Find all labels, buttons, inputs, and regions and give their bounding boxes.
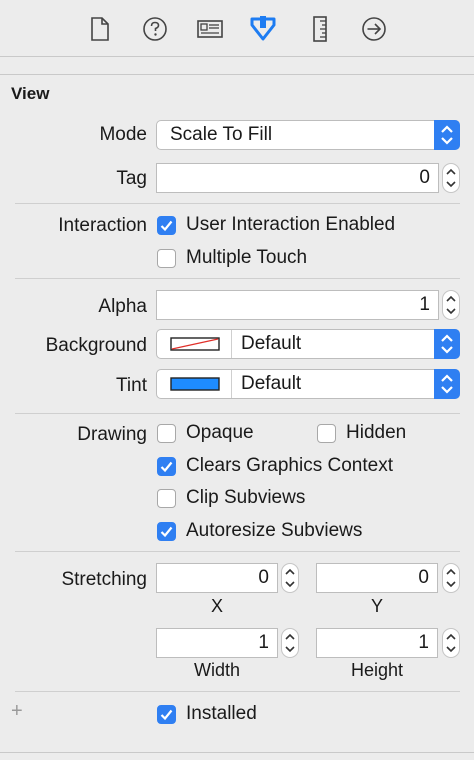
installed-label: Installed (186, 703, 257, 724)
stretching-height-value: 1 (418, 632, 429, 653)
alpha-stepper[interactable] (442, 290, 460, 320)
stretching-x-stepper[interactable] (281, 563, 299, 593)
checkmark-icon (160, 220, 173, 232)
stepper-arrows-icon (285, 633, 295, 653)
tag-field[interactable]: 0 (156, 163, 439, 193)
tint-select[interactable]: Default (156, 369, 460, 399)
background-value: Default (241, 333, 302, 354)
stretching-y-field[interactable]: 0 (316, 563, 438, 593)
autoresize-subviews-label: Autoresize Subviews (186, 520, 363, 541)
checkmark-icon (160, 461, 173, 473)
stretching-height-stepper[interactable] (442, 628, 460, 658)
opaque-label: Opaque (186, 422, 254, 443)
stretching-width-stepper[interactable] (281, 628, 299, 658)
file-inspector-icon[interactable] (85, 14, 115, 44)
no-color-swatch-icon (170, 337, 220, 351)
autoresize-subviews-checkbox[interactable] (157, 522, 176, 541)
user-interaction-enabled-label: User Interaction Enabled (186, 214, 396, 235)
stretching-width-value: 1 (258, 632, 269, 653)
clip-subviews-checkbox[interactable] (157, 489, 176, 508)
alpha-field[interactable]: 1 (156, 290, 439, 320)
quick-help-icon[interactable] (140, 14, 170, 44)
section-title: View (11, 84, 50, 103)
hidden-checkbox[interactable] (317, 424, 336, 443)
stepper-arrows-icon (446, 568, 456, 588)
stretching-x-value: 0 (258, 567, 269, 588)
add-variation-button[interactable]: + (11, 700, 23, 723)
identity-inspector-icon[interactable] (195, 14, 225, 44)
clip-subviews-label: Clip Subviews (186, 487, 306, 508)
separator (15, 413, 460, 414)
size-inspector-icon[interactable] (305, 14, 335, 44)
tint-label: Tint (116, 375, 147, 396)
updown-chevron-icon (441, 334, 453, 354)
checkmark-icon (160, 526, 173, 538)
separator (15, 691, 460, 692)
clears-graphics-context-checkbox[interactable] (157, 457, 176, 476)
hidden-label: Hidden (346, 422, 407, 443)
updown-chevron-icon (441, 374, 453, 394)
tag-stepper[interactable] (442, 163, 460, 193)
inspector-toolbar (0, 0, 474, 57)
mode-value: Scale To Fill (170, 124, 273, 145)
updown-chevron-icon (441, 125, 453, 145)
tint-value: Default (241, 373, 302, 394)
alpha-label: Alpha (98, 296, 147, 317)
stepper-arrows-icon (446, 295, 456, 315)
stepper-arrows-icon (285, 568, 295, 588)
checkmark-icon (160, 709, 173, 721)
background-select[interactable]: Default (156, 329, 460, 359)
interaction-label: Interaction (58, 215, 147, 236)
stretching-x-caption: X (210, 596, 223, 616)
stepper-arrows-icon (446, 633, 456, 653)
stretching-y-caption: Y (370, 596, 383, 616)
background-swatch-area[interactable] (157, 330, 232, 358)
mode-dropdown-arrows (434, 120, 460, 150)
background-dropdown-arrows (434, 329, 460, 359)
attributes-inspector-icon[interactable] (248, 14, 278, 44)
bottom-divider (0, 752, 474, 753)
multiple-touch-checkbox[interactable] (157, 249, 176, 268)
stretching-height-caption: Height (350, 660, 404, 680)
opaque-checkbox[interactable] (157, 424, 176, 443)
background-label: Background (45, 335, 147, 356)
toolbar-divider-strip (0, 57, 474, 75)
tint-color-swatch-icon (170, 377, 220, 391)
stretching-x-field[interactable]: 0 (156, 563, 278, 593)
tag-label: Tag (116, 168, 147, 189)
mode-select[interactable]: Scale To Fill (156, 120, 460, 150)
tint-dropdown-arrows (434, 369, 460, 399)
clears-graphics-context-label: Clears Graphics Context (186, 455, 393, 476)
stretching-width-field[interactable]: 1 (156, 628, 278, 658)
multiple-touch-label: Multiple Touch (186, 247, 308, 268)
mode-label: Mode (99, 124, 147, 145)
separator (15, 278, 460, 279)
tag-value: 0 (419, 167, 430, 188)
tint-swatch-area[interactable] (157, 370, 232, 398)
stretching-width-caption: Width (193, 660, 240, 680)
stretching-y-stepper[interactable] (442, 563, 460, 593)
alpha-value: 1 (419, 294, 430, 315)
separator (15, 203, 460, 204)
stretching-label: Stretching (61, 569, 147, 590)
installed-checkbox[interactable] (157, 705, 176, 724)
stretching-height-field[interactable]: 1 (316, 628, 438, 658)
user-interaction-enabled-checkbox[interactable] (157, 216, 176, 235)
separator (15, 551, 460, 552)
stepper-arrows-icon (446, 168, 456, 188)
connections-inspector-icon[interactable] (359, 14, 389, 44)
stretching-y-value: 0 (418, 567, 429, 588)
drawing-label: Drawing (77, 424, 147, 445)
